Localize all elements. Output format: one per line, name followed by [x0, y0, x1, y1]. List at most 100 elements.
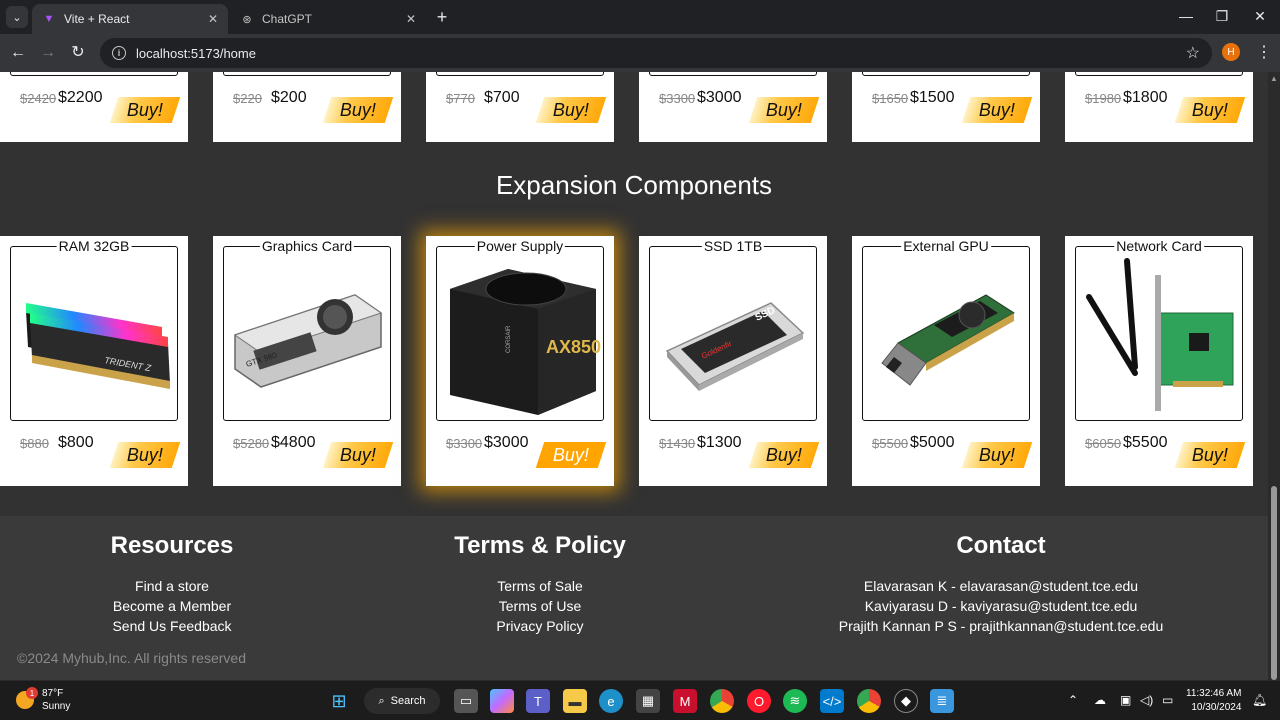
footer-contact-item[interactable]: Elavarasan K - elavarasan@student.tce.ed… [826, 576, 1176, 596]
vscode-icon[interactable]: </> [820, 689, 844, 713]
network-icon[interactable]: ▣ [1120, 693, 1131, 707]
notifications-bell-icon[interactable]: 🔔︎ [1252, 693, 1267, 707]
buy-button[interactable]: Buy! [961, 442, 1033, 468]
browser-tab-bar: ⌄ ▼ Vite + React ✕ ⊛ ChatGPT ✕ + — ❐ ✕ [0, 0, 1280, 34]
old-price: $5280 [233, 436, 270, 451]
old-price: $3300 [446, 436, 483, 451]
taskbar-search[interactable]: ⌕ Search [364, 688, 440, 714]
footer-link-terms-use[interactable]: Terms of Use [430, 596, 650, 616]
power-supply-icon: AX850 CORSAIR [450, 269, 601, 415]
bookmark-star-icon[interactable]: ☆ [1186, 43, 1200, 63]
tab-chatgpt[interactable]: ⊛ ChatGPT ✕ [230, 4, 426, 34]
address-bar[interactable]: i localhost:5173/home ☆ [100, 38, 1212, 68]
footer-heading: Terms & Policy [454, 532, 626, 559]
maximize-icon[interactable]: ❐ [1212, 8, 1232, 25]
buy-button[interactable]: Buy! [109, 442, 181, 468]
opera-icon[interactable]: O [747, 689, 771, 713]
close-tab-icon[interactable]: ✕ [208, 12, 218, 26]
footer-link-become-member[interactable]: Become a Member [72, 596, 272, 616]
menu-kebab-icon[interactable]: ⋮ [1256, 42, 1272, 62]
buy-button[interactable]: Buy! [1174, 97, 1246, 123]
ram-icon: TRIDENT Z [26, 303, 170, 389]
site-info-icon[interactable]: i [112, 46, 126, 60]
footer-link-terms-sale[interactable]: Terms of Sale [430, 576, 650, 596]
footer-link-feedback[interactable]: Send Us Feedback [72, 616, 272, 636]
system-clock[interactable]: 11:32:46 AM 10/30/2024 [1186, 687, 1241, 715]
search-label: Search [390, 695, 426, 707]
tray-chevron-icon[interactable]: ⌃ [1068, 693, 1078, 707]
notepad-icon[interactable]: ≣ [930, 689, 954, 713]
weather-widget[interactable]: 1 87°F Sunny [16, 687, 70, 713]
buy-button[interactable]: Buy! [748, 442, 820, 468]
teams-icon[interactable]: T [526, 689, 550, 713]
new-price: $5000 [910, 434, 955, 451]
edge-icon[interactable]: e [599, 689, 623, 713]
buy-button[interactable]: Buy! [961, 97, 1033, 123]
product-card: $2420 $2200 Buy! [0, 72, 188, 142]
page-scrollbar[interactable]: ▲ ▼ [1268, 72, 1280, 680]
spotify-icon[interactable]: ≋ [783, 689, 807, 713]
new-price: $1500 [910, 89, 955, 106]
file-explorer-icon[interactable]: ▬ [563, 689, 587, 713]
battery-icon[interactable]: ▭ [1162, 693, 1173, 707]
product-frame: Network Card [1075, 238, 1243, 421]
close-tab-icon[interactable]: ✕ [406, 12, 416, 26]
footer-contact-item[interactable]: Kaviyarasu D - kaviyarasu@student.tce.ed… [826, 596, 1176, 616]
sun-icon: 1 [16, 687, 38, 709]
product-frame [862, 72, 1030, 76]
reload-icon[interactable]: ↻ [68, 43, 88, 63]
back-arrow-icon[interactable]: ← [8, 43, 28, 63]
close-window-icon[interactable]: ✕ [1250, 8, 1270, 25]
footer-link-privacy[interactable]: Privacy Policy [430, 616, 650, 636]
clock-date: 10/30/2024 [1191, 702, 1242, 713]
chatgpt-favicon-icon: ⊛ [242, 13, 252, 26]
buy-button[interactable]: Buy! [1174, 442, 1246, 468]
copilot-icon[interactable] [490, 689, 514, 713]
external-gpu-icon [881, 294, 1015, 386]
scroll-up-icon[interactable]: ▲ [1270, 74, 1278, 83]
task-view-icon[interactable]: ▭ [454, 689, 478, 713]
chrome-icon[interactable] [710, 689, 734, 713]
mcafee-icon[interactable]: M [673, 689, 697, 713]
buy-button[interactable]: Buy! [535, 442, 607, 468]
buy-button[interactable]: Buy! [322, 442, 394, 468]
product-card-network-card: Network Card $6050 $5500 Buy! [1065, 236, 1253, 486]
profile-avatar[interactable]: H [1222, 43, 1240, 61]
new-tab-button[interactable]: + [432, 8, 452, 28]
product-name: Graphics Card [259, 238, 355, 254]
chrome-profile-icon[interactable] [857, 689, 881, 713]
tab-search-button[interactable]: ⌄ [6, 6, 28, 28]
tab-title: ChatGPT [262, 12, 313, 26]
new-price: $5500 [1123, 434, 1168, 451]
product-frame: SSD 1TB SSD Goldenfir [649, 238, 817, 421]
forward-arrow-icon[interactable]: → [38, 43, 58, 63]
buy-button[interactable]: Buy! [535, 97, 607, 123]
new-price: $700 [484, 89, 520, 106]
footer-contact-item[interactable]: Prajith Kannan P S - prajithkannan@stude… [826, 616, 1176, 636]
buy-button[interactable]: Buy! [109, 97, 181, 123]
old-price: $5500 [872, 436, 909, 451]
product-name: External GPU [901, 238, 991, 254]
site-footer: Resources Find a store Become a Member S… [0, 516, 1268, 680]
volume-icon[interactable]: ◁) [1140, 693, 1153, 707]
scroll-down-icon[interactable]: ▼ [1270, 669, 1278, 678]
footer-contact: Contact Elavarasan K - elavarasan@studen… [826, 532, 1176, 636]
mongodb-compass-icon[interactable]: ◆ [894, 689, 918, 713]
network-card-icon [1086, 258, 1234, 411]
minimize-icon[interactable]: — [1176, 8, 1196, 24]
clock-time: 11:32:46 AM [1186, 688, 1242, 699]
microsoft-store-icon[interactable]: ▦ [636, 689, 660, 713]
tab-vite-react[interactable]: ▼ Vite + React ✕ [32, 4, 228, 34]
new-price: $800 [58, 434, 94, 451]
footer-link-find-store[interactable]: Find a store [72, 576, 272, 596]
onedrive-icon[interactable]: ☁ [1094, 693, 1106, 707]
product-frame [436, 72, 604, 76]
section-title: Expansion Components [495, 170, 773, 200]
buy-button[interactable]: Buy! [748, 97, 820, 123]
svg-text:CORSAIR: CORSAIR [506, 325, 512, 353]
new-price: $3000 [484, 434, 529, 451]
buy-button[interactable]: Buy! [322, 97, 394, 123]
footer-terms: Terms & Policy Terms of Sale Terms of Us… [430, 532, 650, 636]
windows-start-icon[interactable]: ⊞ [327, 689, 351, 713]
scrollbar-thumb[interactable] [1271, 486, 1277, 680]
